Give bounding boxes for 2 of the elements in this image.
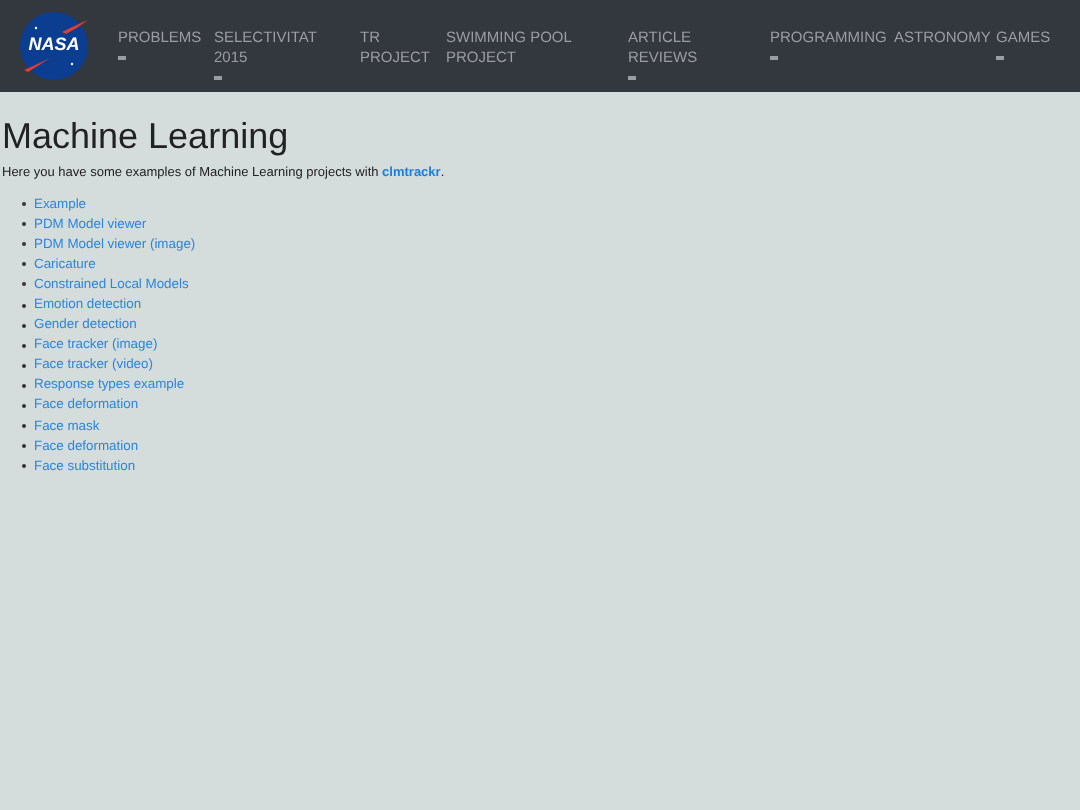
- logo-icon[interactable]: NASA: [18, 10, 90, 82]
- page-heading: Machine Learning: [2, 114, 291, 156]
